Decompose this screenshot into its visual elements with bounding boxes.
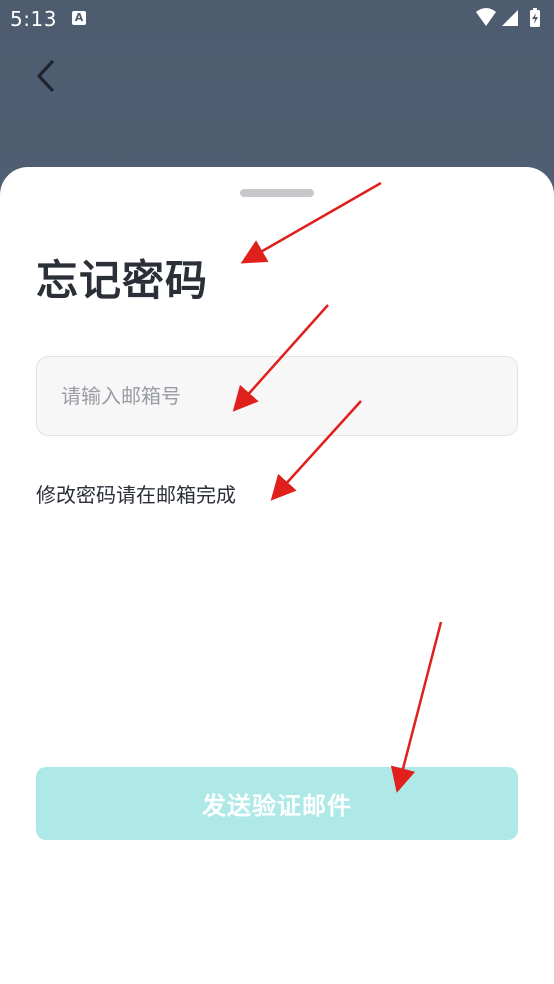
- status-icons: [476, 8, 540, 27]
- sheet-drag-handle[interactable]: [240, 189, 314, 197]
- hint-text: 修改密码请在邮箱完成: [36, 483, 236, 507]
- status-time: 5:13: [10, 7, 57, 31]
- wifi-icon: [476, 8, 496, 26]
- status-bar: 5:13 A: [0, 0, 554, 36]
- email-input[interactable]: [36, 356, 518, 436]
- notification-a-icon: A: [72, 11, 86, 25]
- back-chevron-icon[interactable]: [28, 56, 64, 96]
- signal-icon: [502, 10, 518, 26]
- bottom-sheet: 忘记密码 修改密码请在邮箱完成 发送验证邮件: [0, 167, 554, 984]
- page-title: 忘记密码: [36, 256, 209, 305]
- send-verification-email-button[interactable]: 发送验证邮件: [36, 767, 518, 840]
- battery-icon: [530, 8, 540, 27]
